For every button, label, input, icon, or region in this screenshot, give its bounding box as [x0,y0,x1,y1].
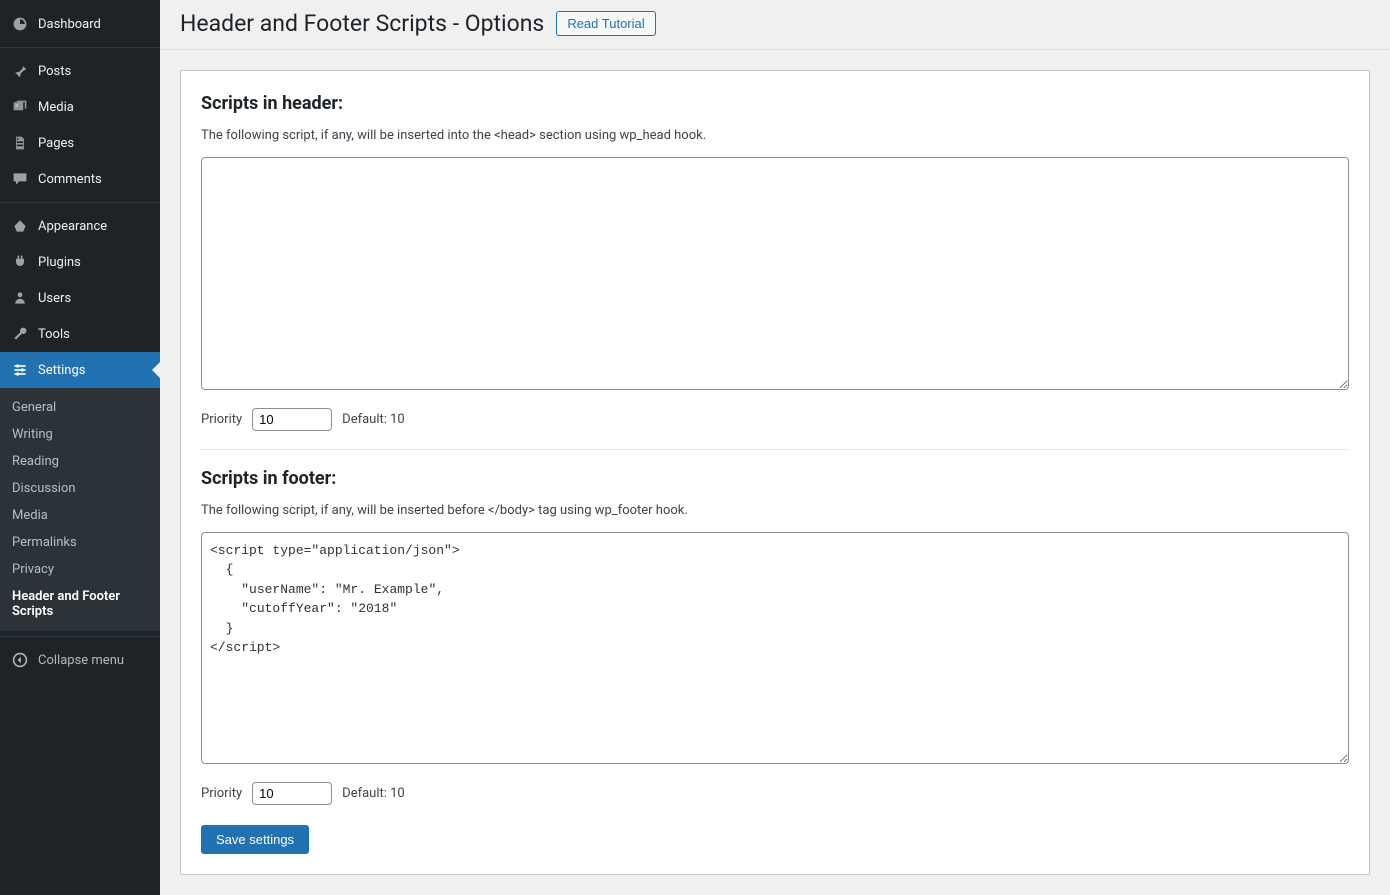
footer-priority-row: Priority Default: 10 [201,782,1349,805]
comments-icon [10,169,30,189]
priority-default: Default: 10 [342,786,405,801]
sidebar-item-label: Users [38,291,71,306]
read-tutorial-button[interactable]: Read Tutorial [556,11,655,36]
users-icon [10,288,30,308]
sidebar-item-label: Tools [38,327,70,342]
media-icon [10,97,30,117]
header-priority-input[interactable] [252,408,332,431]
sidebar-item-tools[interactable]: Tools [0,316,160,352]
section-divider [201,449,1349,450]
submenu-item-reading[interactable]: Reading [0,448,160,475]
sidebar-item-dashboard[interactable]: Dashboard [0,6,160,42]
sidebar-item-appearance[interactable]: Appearance [0,208,160,244]
sidebar-item-label: Media [38,100,74,115]
page-title: Header and Footer Scripts - Options [180,10,544,37]
settings-icon [10,360,30,380]
footer-scripts-title: Scripts in footer: [201,468,1349,489]
submenu-item-permalinks[interactable]: Permalinks [0,529,160,556]
save-settings-button[interactable]: Save settings [201,825,309,854]
sidebar-item-label: Comments [38,172,102,187]
footer-scripts-desc: The following script, if any, will be in… [201,503,1349,518]
sidebar-item-label: Pages [38,136,74,151]
priority-label: Priority [201,786,242,801]
priority-label: Priority [201,412,242,427]
plugins-icon [10,252,30,272]
pages-icon [10,133,30,153]
sidebar-item-label: Appearance [38,219,107,234]
tools-icon [10,324,30,344]
submenu-item-general[interactable]: General [0,394,160,421]
submenu-item-privacy[interactable]: Privacy [0,556,160,583]
collapse-label: Collapse menu [38,653,124,668]
submenu-item-media[interactable]: Media [0,502,160,529]
settings-card: Scripts in header: The following script,… [180,70,1370,875]
header-scripts-title: Scripts in header: [201,93,1349,114]
page-header: Header and Footer Scripts - Options Read… [160,0,1390,50]
sidebar-item-media[interactable]: Media [0,89,160,125]
admin-sidebar: Dashboard Posts Media Pages Comments App… [0,0,160,895]
sidebar-item-users[interactable]: Users [0,280,160,316]
settings-submenu: General Writing Reading Discussion Media… [0,388,160,631]
sidebar-item-comments[interactable]: Comments [0,161,160,197]
sidebar-item-pages[interactable]: Pages [0,125,160,161]
sidebar-item-settings[interactable]: Settings [0,352,160,388]
priority-default: Default: 10 [342,412,405,427]
sidebar-item-posts[interactable]: Posts [0,53,160,89]
appearance-icon [10,216,30,236]
header-scripts-textarea[interactable] [201,157,1349,390]
dashboard-icon [10,14,30,34]
header-priority-row: Priority Default: 10 [201,408,1349,431]
collapse-icon [10,650,30,670]
pin-icon [10,61,30,81]
header-scripts-desc: The following script, if any, will be in… [201,128,1349,143]
main-content: Header and Footer Scripts - Options Read… [160,0,1390,895]
sidebar-item-label: Posts [38,64,71,79]
footer-priority-input[interactable] [252,782,332,805]
collapse-menu[interactable]: Collapse menu [0,642,160,678]
sidebar-item-label: Settings [38,363,85,378]
sidebar-item-plugins[interactable]: Plugins [0,244,160,280]
submenu-item-header-footer-scripts[interactable]: Header and Footer Scripts [0,583,160,625]
submenu-item-writing[interactable]: Writing [0,421,160,448]
sidebar-item-label: Dashboard [38,17,101,32]
submenu-item-discussion[interactable]: Discussion [0,475,160,502]
footer-scripts-textarea[interactable] [201,532,1349,765]
sidebar-item-label: Plugins [38,255,81,270]
